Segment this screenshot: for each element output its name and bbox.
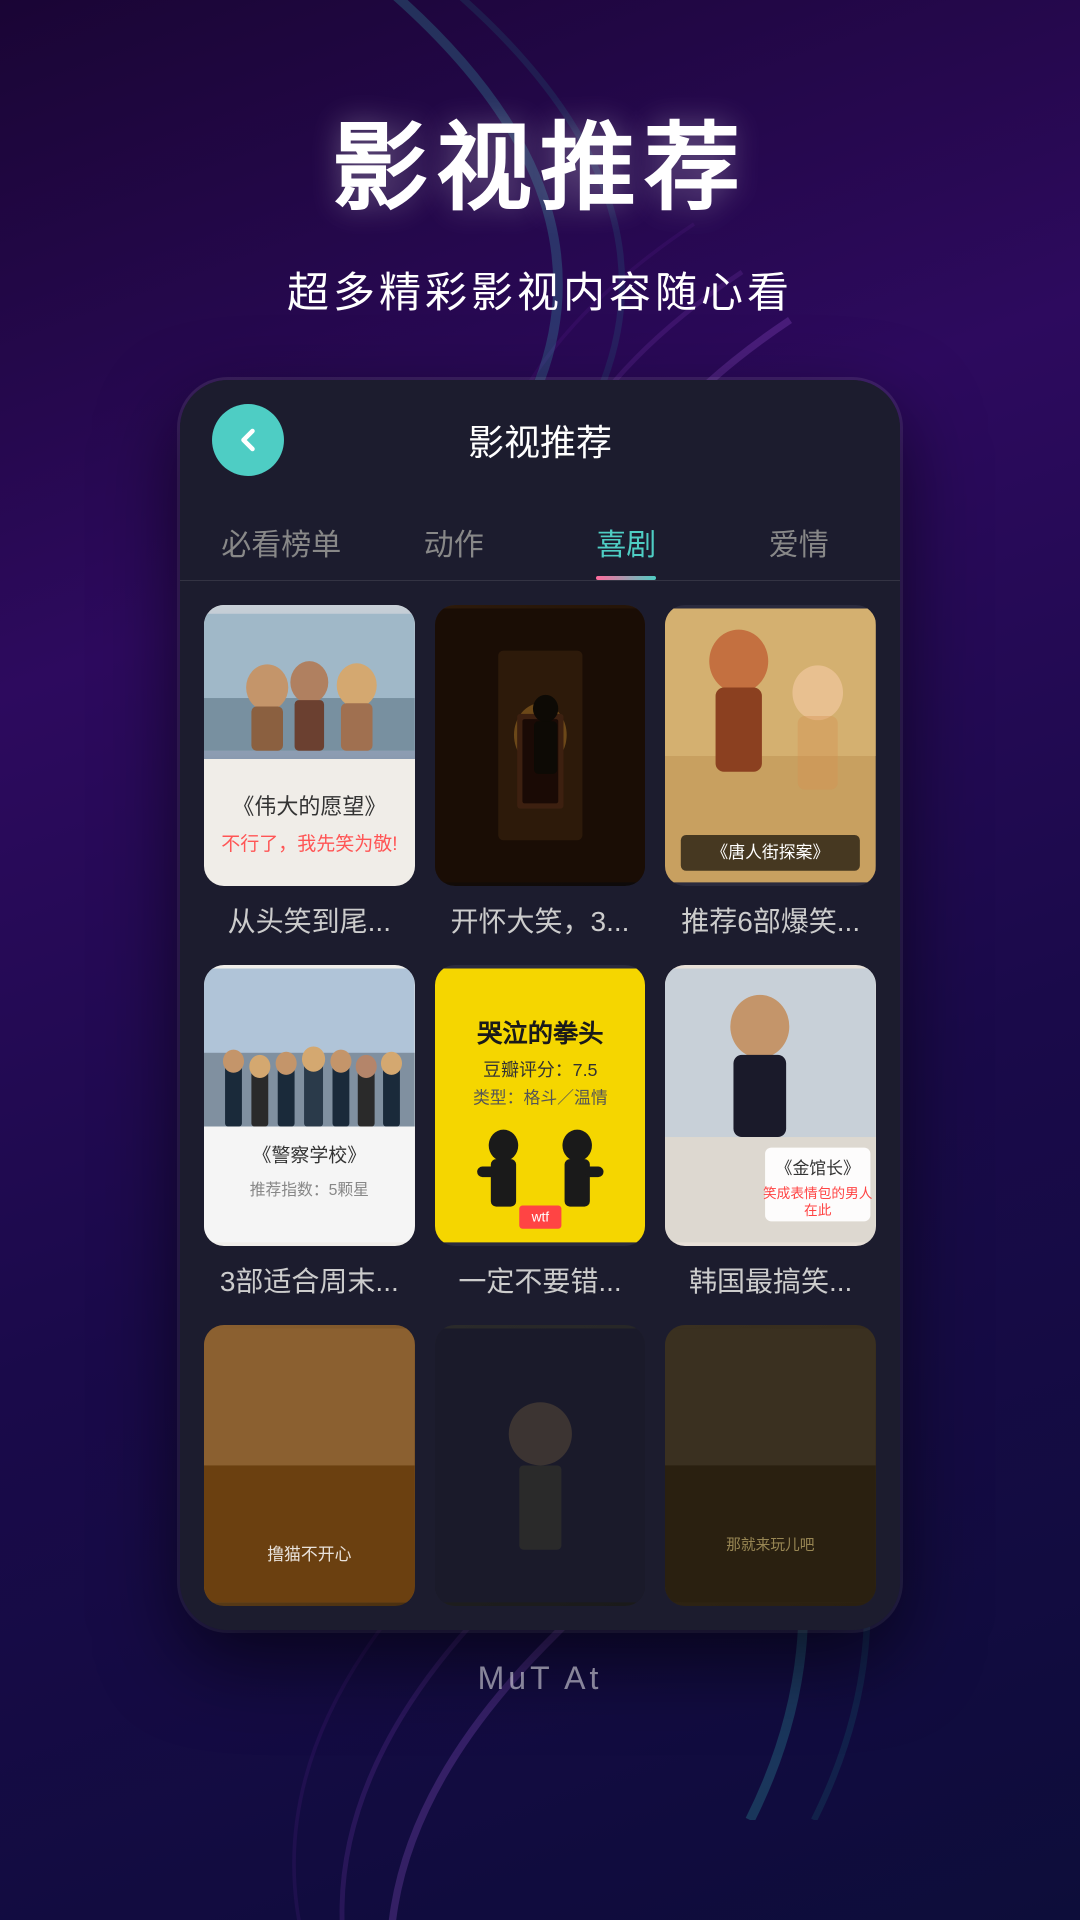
video-grid-row1: 《伟大的愿望》 不行了，我先笑为敬! 从头笑到尾... (204, 605, 876, 941)
svg-text:在此: 在此 (804, 1203, 832, 1218)
bottom-card-2[interactable] (435, 1325, 646, 1606)
bottom-hint: MuT At (0, 1630, 1080, 1737)
svg-text:哭泣的拳头: 哭泣的拳头 (477, 1019, 603, 1048)
card2-scene (435, 605, 646, 886)
bottom-cards-row: 撸猫不开心 (204, 1325, 876, 1606)
phone-title-text: 影视推荐 (284, 414, 796, 466)
video-card-3[interactable]: 《唐人街探案》 推荐6部爆笑... (665, 605, 876, 941)
video-card-1[interactable]: 《伟大的愿望》 不行了，我先笑为敬! 从头笑到尾... (204, 605, 415, 941)
bottom-thumb-2 (435, 1325, 646, 1606)
card1-movie-title-text: 《伟大的愿望》 (221, 789, 397, 821)
video-thumbnail-3: 《唐人街探案》 (665, 605, 876, 886)
bottom-card-3[interactable]: 那就来玩儿吧 (665, 1325, 876, 1606)
video-card-2[interactable]: 开怀大笑，3... (435, 605, 646, 941)
video-thumbnail-1: 《伟大的愿望》 不行了，我先笑为敬! (204, 605, 415, 886)
back-icon (230, 422, 266, 458)
svg-text:wtf: wtf (530, 1209, 549, 1224)
tab-romance[interactable]: 爱情 (718, 500, 881, 580)
tab-action[interactable]: 动作 (373, 500, 536, 580)
video-thumbnail-6: 《金馆长》 笑成表情包的男人 在此 (665, 965, 876, 1246)
page-sub-title: 超多精彩影视内容随心看 (0, 259, 1080, 320)
bottom-thumb-3: 那就来玩儿吧 (665, 1325, 876, 1606)
back-button[interactable] (212, 404, 284, 476)
video-thumbnail-2 (435, 605, 646, 886)
video-card-4[interactable]: 《警察学校》 推荐指数：5颗星 3部适合周末... (204, 965, 415, 1301)
video-thumbnail-4: 《警察学校》 推荐指数：5颗星 (204, 965, 415, 1246)
svg-text:推荐指数：5颗星: 推荐指数：5颗星 (250, 1181, 369, 1199)
bottom-card-1[interactable]: 撸猫不开心 (204, 1325, 415, 1606)
svg-text:撸猫不开心: 撸猫不开心 (267, 1545, 351, 1564)
video-caption-1: 从头笑到尾... (204, 902, 415, 941)
tab-must-watch[interactable]: 必看榜单 (200, 500, 363, 580)
header-section: 影视推荐 超多精彩影视内容随心看 (0, 0, 1080, 380)
video-caption-4: 3部适合周末... (204, 1262, 415, 1301)
video-thumbnail-5: 哭泣的拳头 豆瓣评分：7.5 类型：格斗／温情 wtf (435, 965, 646, 1246)
video-grid-row2: 《警察学校》 推荐指数：5颗星 3部适合周末... 哭泣的拳头 豆瓣评分：7.5… (204, 965, 876, 1301)
card1-text: 《伟大的愿望》 不行了，我先笑为敬! (209, 759, 409, 885)
card1-movie-desc-text: 不行了，我先笑为敬! (221, 829, 397, 856)
svg-text:那就来玩儿吧: 那就来玩儿吧 (726, 1537, 815, 1554)
svg-text:类型：格斗／温情: 类型：格斗／温情 (473, 1088, 608, 1107)
page-main-title: 影视推荐 (0, 90, 1080, 229)
svg-text:《金馆长》: 《金馆长》 (776, 1159, 860, 1178)
tab-comedy[interactable]: 喜剧 (545, 500, 708, 580)
svg-text:《警察学校》: 《警察学校》 (253, 1144, 367, 1166)
phone-topbar: 影视推荐 (180, 380, 900, 500)
svg-text:《唐人街探案》: 《唐人街探案》 (712, 843, 830, 862)
video-caption-3: 推荐6部爆笑... (665, 902, 876, 941)
svg-text:笑成表情包的男人: 笑成表情包的男人 (763, 1186, 873, 1201)
video-caption-6: 韩国最搞笑... (665, 1262, 876, 1301)
tab-bar: 必看榜单 动作 喜剧 爱情 (180, 500, 900, 581)
content-area: 《伟大的愿望》 不行了，我先笑为敬! 从头笑到尾... (180, 581, 900, 1630)
video-caption-2: 开怀大笑，3... (435, 902, 646, 941)
video-card-6[interactable]: 《金馆长》 笑成表情包的男人 在此 韩国最搞笑... (665, 965, 876, 1301)
video-card-5[interactable]: 哭泣的拳头 豆瓣评分：7.5 类型：格斗／温情 wtf (435, 965, 646, 1301)
svg-text:豆瓣评分：7.5: 豆瓣评分：7.5 (483, 1060, 597, 1080)
bottom-thumb-1: 撸猫不开心 (204, 1325, 415, 1606)
bottom-hint-text: MuT At (478, 1660, 603, 1696)
video-caption-5: 一定不要错... (435, 1262, 646, 1301)
phone-mockup: 影视推荐 必看榜单 动作 喜剧 爱情 (180, 380, 900, 1630)
card1-image (204, 605, 415, 759)
